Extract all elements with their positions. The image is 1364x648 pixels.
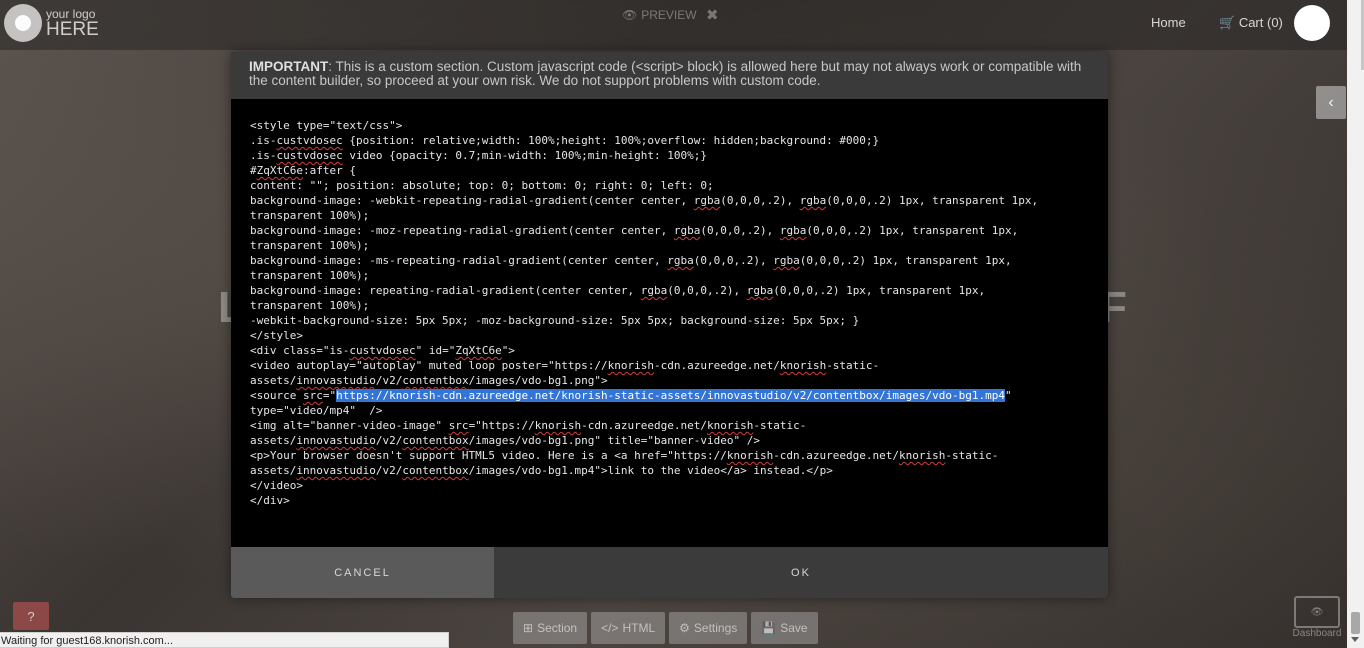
nav-link-home[interactable]: Home [1151, 15, 1186, 30]
dashboard-button[interactable]: 👁 Dashboard [1292, 596, 1342, 648]
code-line: -webkit-background-size: 5px 5px; -moz-b… [250, 314, 860, 327]
code-line: <video autoplay="autoplay" muted loop po… [250, 359, 880, 372]
cart-icon: 🛒 [1219, 15, 1236, 30]
code-editor[interactable]: <style type="text/css"> .is-custvdosec {p… [231, 99, 1108, 547]
add-section-button[interactable]: ⊞ Section [513, 612, 588, 644]
custom-code-modal: IMPORTANT: This is a custom section. Cus… [231, 52, 1108, 598]
save-icon: 💾 [761, 621, 777, 635]
close-preview-icon[interactable]: ✖ [706, 6, 719, 24]
page-scrollbar[interactable] [1347, 0, 1364, 648]
custom-code-warning: IMPORTANT: This is a custom section. Cus… [231, 52, 1108, 99]
code-line: <p>Your browser doesn't support HTML5 vi… [250, 449, 999, 462]
code-line: assets/innovastudio/v2/contentbox/images… [250, 374, 608, 387]
chevron-left-icon[interactable]: ‹ [1316, 86, 1346, 119]
user-avatar[interactable] [1294, 5, 1330, 41]
logo-mark-icon [4, 4, 42, 42]
code-line: <div class="is-custvdosec" id="ZqXtC6e"> [250, 344, 515, 357]
code-line: #ZqXtC6e:after { [250, 164, 356, 177]
code-line: content: ""; position: absolute; top: 0;… [250, 179, 714, 192]
save-button[interactable]: 💾 Save [751, 612, 818, 644]
code-icon: </> [601, 621, 619, 635]
eye-icon: 👁 [622, 8, 638, 22]
settings-label: Settings [693, 621, 738, 635]
code-line: transparent 100%); [250, 209, 370, 222]
code-line: .is-custvdosec {position: relative;width… [250, 134, 880, 147]
code-line: .is-custvdosec video {opacity: 0.7;min-w… [250, 149, 707, 162]
warning-label: IMPORTANT [249, 59, 329, 74]
preview-toggle[interactable]: 👁 PREVIEW [622, 8, 697, 22]
code-line: <style type="text/css"> [250, 119, 403, 132]
nav-link-cart[interactable]: 🛒 Cart (0) [1219, 15, 1283, 31]
settings-button[interactable]: ⚙ Settings [669, 612, 748, 644]
add-section-label: Section [537, 621, 578, 635]
code-line: background-image: repeating-radial-gradi… [250, 284, 986, 297]
dashboard-eye-icon: 👁 [1294, 596, 1340, 628]
code-line: assets/innovastudio/v2/contentbox/images… [250, 434, 760, 447]
html-label: HTML [622, 621, 656, 635]
code-line: </div> [250, 494, 290, 507]
top-navigation: your logo HERE 👁 PREVIEW ✖ Home 🛒 Cart (… [0, 0, 1364, 50]
code-line: background-image: -ms-repeating-radial-g… [250, 254, 1012, 267]
builder-toolbar: ⊞ Section </> HTML ⚙ Settings 💾 Save [513, 612, 818, 644]
ok-button[interactable]: OK [494, 547, 1108, 598]
logo-text-line1: your logo [46, 6, 96, 21]
gear-icon: ⚙ [679, 621, 690, 635]
site-logo[interactable]: your logo HERE [4, 4, 99, 42]
code-line: transparent 100%); [250, 239, 370, 252]
cancel-button[interactable]: CANCEL [231, 547, 494, 598]
preview-label: PREVIEW [641, 8, 697, 22]
code-line: <img alt="banner-video-image" src="https… [250, 419, 807, 432]
code-line: </style> [250, 329, 303, 342]
code-line: type="video/mp4" /> [250, 404, 383, 417]
scroll-down-arrow-icon[interactable] [1351, 637, 1359, 642]
plus-square-icon: ⊞ [523, 621, 534, 635]
modal-actions: CANCEL OK [231, 547, 1108, 598]
code-line: assets/innovastudio/v2/contentbox/images… [250, 464, 833, 477]
browser-status-bar: Waiting for guest168.knorish.com... [0, 632, 449, 648]
code-line: <source src="https://knorish-cdn.azureed… [250, 389, 1012, 402]
code-line: transparent 100%); [250, 299, 370, 312]
code-line: background-image: -moz-repeating-radial-… [250, 224, 1019, 237]
selected-text: https://knorish-cdn.azureedge.net/knoris… [336, 389, 1005, 402]
save-label: Save [780, 621, 808, 635]
dashboard-label: Dashboard [1292, 628, 1342, 639]
help-button[interactable]: ? [13, 602, 49, 630]
cart-label: Cart (0) [1238, 15, 1283, 30]
code-line: </video> [250, 479, 303, 492]
code-line: background-image: -webkit-repeating-radi… [250, 194, 1039, 207]
code-line: transparent 100%); [250, 269, 370, 282]
html-button[interactable]: </> HTML [591, 612, 666, 644]
logo-text-line2: HERE [46, 18, 99, 40]
warning-text: : This is a custom section. Custom javas… [249, 59, 1082, 88]
scrollbar-thumb[interactable] [1351, 612, 1360, 634]
